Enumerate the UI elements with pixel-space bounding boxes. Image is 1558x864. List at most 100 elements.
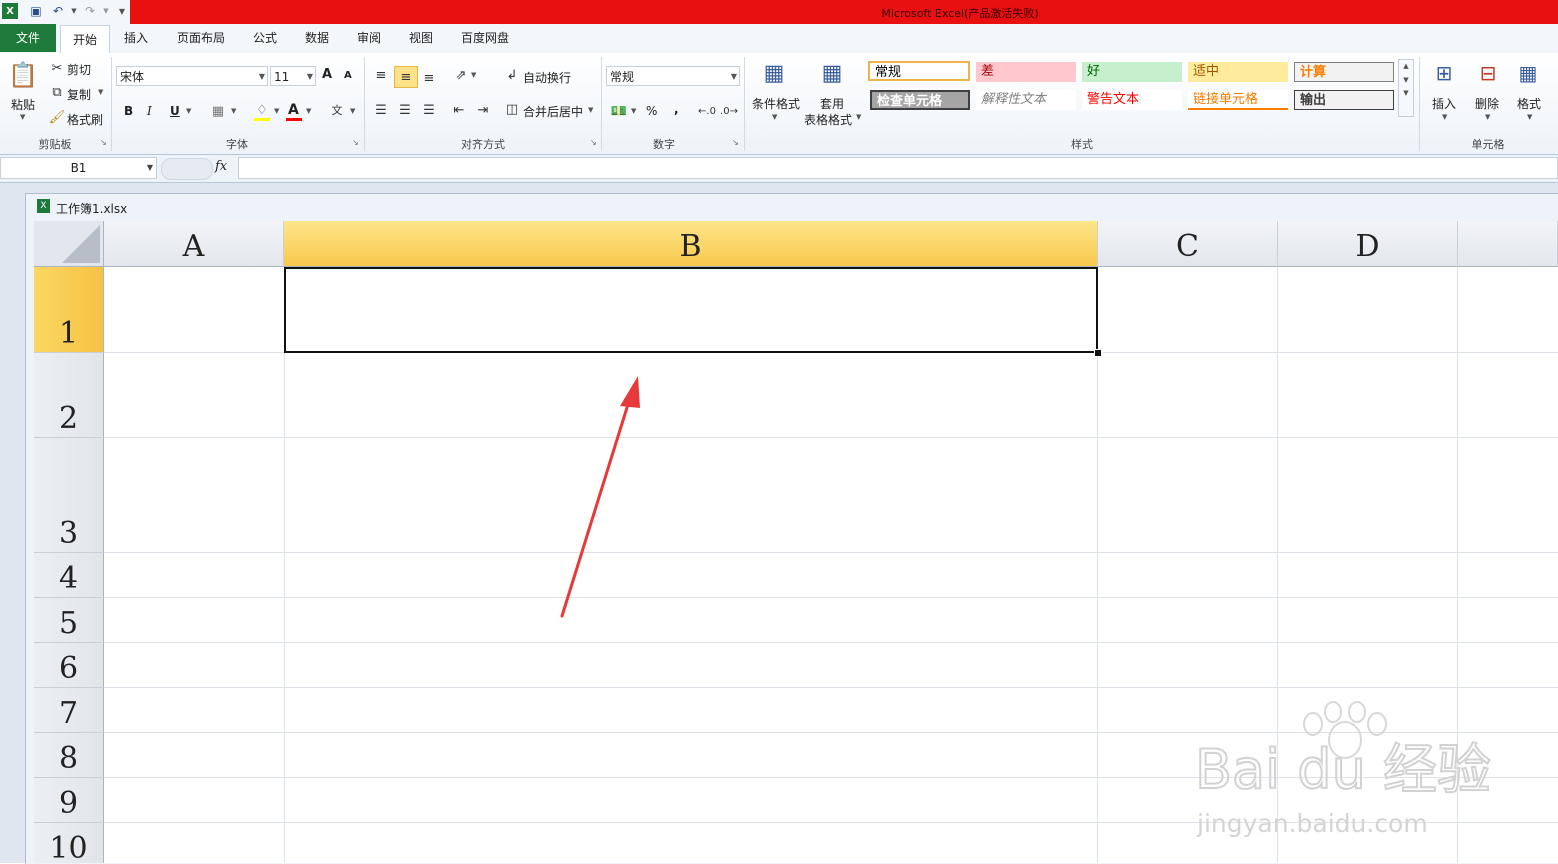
increase-indent-icon[interactable]: ⇥	[474, 101, 492, 119]
row-header-8[interactable]: 8	[34, 733, 104, 778]
align-top-icon[interactable]: ≡	[372, 66, 390, 84]
delete-cells-button[interactable]: 删除	[1475, 95, 1499, 112]
tab-insert[interactable]: 插入	[116, 24, 156, 52]
insert-cells-icon[interactable]: ⊞	[1428, 57, 1460, 89]
name-box[interactable]: B1 ▼	[0, 157, 157, 179]
number-launcher-icon[interactable]: ↘	[732, 138, 739, 147]
copy-dropdown-icon[interactable]: ▼	[98, 88, 103, 96]
row-header-6[interactable]: 6	[34, 643, 104, 688]
border-icon[interactable]: ▦	[210, 103, 226, 119]
comma-button[interactable]: ,	[674, 102, 679, 116]
underline-dropdown-icon[interactable]: ▼	[186, 107, 191, 115]
paste-button[interactable]: 粘贴	[11, 96, 35, 113]
align-center-icon[interactable]: ☰	[396, 101, 414, 119]
styles-scroll-up-icon[interactable]: ▲	[1399, 62, 1413, 70]
font-name-select[interactable]: 宋体 ▼	[116, 66, 268, 86]
font-launcher-icon[interactable]: ↘	[352, 138, 359, 147]
fill-color-dropdown-icon[interactable]: ▼	[274, 107, 279, 115]
decrease-indent-icon[interactable]: ⇤	[450, 101, 468, 119]
format-painter-button[interactable]: 格式刷	[67, 111, 103, 128]
undo-icon[interactable]: ↶	[50, 3, 66, 19]
row-header-1[interactable]: 1	[34, 267, 104, 353]
italic-button[interactable]: I	[147, 104, 152, 118]
style-bad[interactable]: 差	[976, 62, 1076, 82]
tab-home[interactable]: 开始	[60, 25, 110, 54]
bold-button[interactable]: B	[124, 104, 133, 118]
clipboard-launcher-icon[interactable]: ↘	[100, 138, 107, 147]
customize-qat-icon[interactable]: ▼	[114, 3, 130, 19]
formula-input[interactable]	[238, 157, 1558, 179]
alignment-launcher-icon[interactable]: ↘	[590, 138, 597, 147]
style-output[interactable]: 输出	[1294, 90, 1394, 110]
tab-review[interactable]: 审阅	[350, 24, 388, 52]
phonetic-dropdown-icon[interactable]: ▼	[350, 107, 355, 115]
paste-icon[interactable]: 📋	[8, 57, 38, 93]
style-linked-cell[interactable]: 链接单元格	[1188, 90, 1288, 110]
font-size-select[interactable]: 11 ▼	[270, 66, 316, 86]
redo-dropdown-icon[interactable]: ▼	[98, 3, 114, 19]
delete-dropdown-icon[interactable]: ▼	[1485, 113, 1490, 121]
currency-icon[interactable]: 💵	[610, 102, 628, 120]
style-explanatory[interactable]: 解释性文本	[976, 90, 1076, 110]
styles-scroll-down-icon[interactable]: ▼	[1399, 76, 1413, 84]
align-bottom-icon[interactable]: ≡	[420, 69, 438, 87]
column-header-a[interactable]: A	[104, 221, 284, 267]
column-header-d[interactable]: D	[1278, 221, 1458, 267]
copy-icon[interactable]: ⧉	[50, 85, 64, 100]
tab-baidu-netdisk[interactable]: 百度网盘	[454, 24, 516, 52]
tab-page-layout[interactable]: 页面布局	[170, 24, 232, 52]
wrap-text-icon[interactable]: ↲	[504, 67, 520, 83]
column-header-b[interactable]: B	[284, 221, 1098, 267]
tab-data[interactable]: 数据	[298, 24, 336, 52]
orientation-icon[interactable]: ⇗	[452, 66, 470, 84]
tab-file[interactable]: 文件	[0, 24, 56, 52]
styles-scroll[interactable]: ▲ ▼ ▼	[1398, 59, 1414, 117]
orientation-dropdown-icon[interactable]: ▼	[471, 71, 476, 79]
table-format-label-1[interactable]: 套用	[820, 95, 844, 112]
insert-function-icon[interactable]: fx	[215, 159, 227, 174]
format-dropdown-icon[interactable]: ▼	[1527, 113, 1532, 121]
undo-dropdown-icon[interactable]: ▼	[66, 3, 82, 19]
font-color-dropdown-icon[interactable]: ▼	[306, 107, 311, 115]
shrink-font-button[interactable]: A	[344, 70, 352, 81]
font-color-button[interactable]: A	[288, 102, 299, 118]
insert-dropdown-icon[interactable]: ▼	[1442, 113, 1447, 121]
style-normal[interactable]: 常规	[868, 61, 970, 81]
redo-icon[interactable]: ↷	[82, 3, 98, 19]
style-calculation[interactable]: 计算	[1294, 62, 1394, 82]
format-cells-icon[interactable]: ▦	[1512, 57, 1544, 89]
phonetic-icon[interactable]: 文	[328, 102, 346, 118]
row-header-10[interactable]: 10	[34, 823, 104, 863]
row-header-5[interactable]: 5	[34, 598, 104, 643]
merge-dropdown-icon[interactable]: ▼	[588, 106, 593, 114]
conditional-format-button[interactable]: 条件格式	[752, 95, 800, 112]
row-header-4[interactable]: 4	[34, 553, 104, 598]
format-cells-button[interactable]: 格式	[1517, 95, 1541, 112]
underline-button[interactable]: U	[170, 104, 180, 118]
merge-center-button[interactable]: 合并后居中	[523, 103, 583, 120]
tab-view[interactable]: 视图	[402, 24, 440, 52]
scissors-icon[interactable]: ✂	[50, 61, 64, 76]
merge-center-icon[interactable]: ◫	[504, 101, 520, 117]
select-all-corner[interactable]	[34, 221, 104, 267]
conditional-format-dropdown-icon[interactable]: ▼	[772, 113, 777, 121]
column-header-e[interactable]: E	[1458, 221, 1558, 267]
table-format-label-2[interactable]: 表格格式	[804, 111, 852, 128]
row-header-7[interactable]: 7	[34, 688, 104, 733]
fill-color-icon[interactable]: ♢	[254, 102, 270, 118]
insert-cells-button[interactable]: 插入	[1432, 95, 1456, 112]
currency-dropdown-icon[interactable]: ▼	[631, 107, 636, 115]
selected-cell-b1[interactable]	[284, 267, 1098, 353]
row-header-2[interactable]: 2	[34, 353, 104, 438]
styles-more-icon[interactable]: ▼	[1399, 89, 1413, 97]
format-painter-icon[interactable]: 🖌	[49, 110, 66, 125]
table-format-dropdown-icon[interactable]: ▼	[856, 113, 861, 121]
style-check-cell[interactable]: 检查单元格	[870, 90, 970, 110]
row-header-9[interactable]: 9	[34, 778, 104, 823]
align-right-icon[interactable]: ☰	[420, 101, 438, 119]
table-format-icon[interactable]: ▦	[816, 57, 848, 89]
align-middle-icon[interactable]: ≡	[394, 66, 418, 88]
paste-dropdown-icon[interactable]: ▼	[20, 113, 25, 121]
number-format-select[interactable]: 常规 ▼	[606, 66, 740, 86]
excel-logo-icon[interactable]: X	[2, 3, 18, 19]
